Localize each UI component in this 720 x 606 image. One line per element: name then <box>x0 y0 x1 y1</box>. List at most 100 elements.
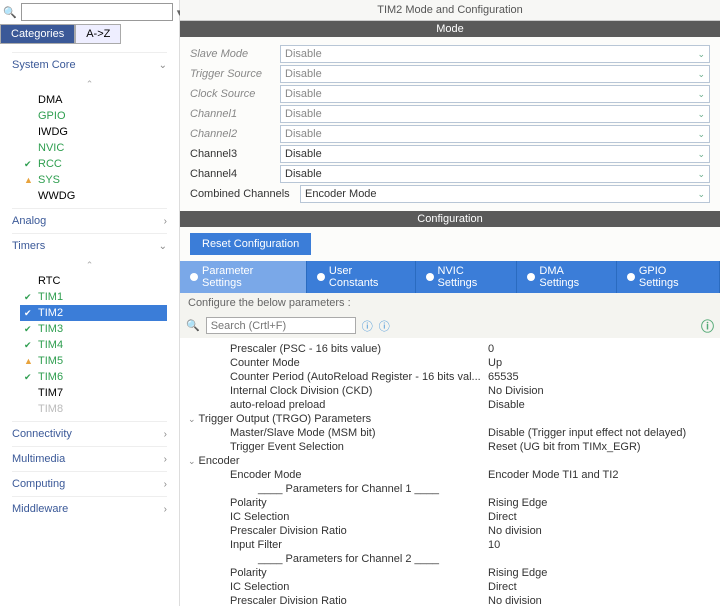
item-iwdg[interactable]: IWDG <box>20 124 167 140</box>
collapse-up-icon[interactable]: ⌃ <box>12 77 167 92</box>
cat-multimedia[interactable]: Multimedia› <box>12 446 167 471</box>
param-key: Internal Clock Division (CKD) <box>188 385 488 397</box>
param-key: auto-reload preload <box>188 399 488 411</box>
collapse-up-icon[interactable]: ⌃ <box>12 258 167 273</box>
cat-analog[interactable]: Analog› <box>12 208 167 233</box>
param-val[interactable]: Reset (UG bit from TIMx_EGR) <box>488 441 641 453</box>
param-key: Prescaler Division Ratio <box>188 525 488 537</box>
item-tim2[interactable]: ✔TIM2 <box>20 305 167 321</box>
sidebar: 🔍 ▾ ⚙ Categories A->Z System Core⌄ ⌃ DMA… <box>0 0 180 606</box>
mode-header: Mode <box>180 21 720 37</box>
help-icon[interactable]: ⓘ <box>379 318 390 334</box>
reset-button[interactable]: Reset Configuration <box>190 233 311 255</box>
item-gpio[interactable]: GPIO <box>20 108 167 124</box>
dot-icon <box>317 273 325 281</box>
param-val[interactable]: Disable (Trigger input effect not delaye… <box>488 427 686 439</box>
item-rcc[interactable]: ✔RCC <box>20 156 167 172</box>
select-combined[interactable]: Encoder Mode⌄ <box>300 185 710 203</box>
check-icon: ✔ <box>24 372 34 383</box>
item-rtc[interactable]: RTC <box>20 273 167 289</box>
item-tim7[interactable]: TIM7 <box>20 385 167 401</box>
item-sys[interactable]: ▲SYS <box>20 172 167 188</box>
label-channel2: Channel2 <box>190 128 280 140</box>
tab-az[interactable]: A->Z <box>75 24 121 44</box>
param-key: Trigger Event Selection <box>188 441 488 453</box>
check-icon: ✔ <box>24 324 34 335</box>
param-val[interactable]: No division <box>488 595 542 606</box>
chevron-down-icon: ⌄ <box>697 89 705 100</box>
select-slave-mode[interactable]: Disable⌄ <box>280 45 710 63</box>
dot-icon <box>190 273 198 281</box>
check-icon: ✔ <box>24 292 34 303</box>
item-tim8: TIM8 <box>20 401 167 417</box>
param-key: Polarity <box>188 567 488 579</box>
subtab-gpio[interactable]: GPIO Settings <box>617 261 720 293</box>
info-bullet-icon[interactable]: ⓘ <box>701 316 714 335</box>
param-key: Polarity <box>188 497 488 509</box>
cat-computing[interactable]: Computing› <box>12 471 167 496</box>
chevron-right-icon: › <box>164 216 167 227</box>
item-dma[interactable]: DMA <box>20 92 167 108</box>
param-key: Prescaler Division Ratio <box>188 595 488 606</box>
subtab-nvic[interactable]: NVIC Settings <box>416 261 518 293</box>
param-key: IC Selection <box>188 581 488 593</box>
dot-icon <box>627 273 635 281</box>
param-val[interactable]: 10 <box>488 539 500 551</box>
subtab-dma[interactable]: DMA Settings <box>517 261 616 293</box>
configuration-header: Configuration <box>180 211 720 227</box>
select-channel4[interactable]: Disable⌄ <box>280 165 710 183</box>
chevron-down-icon: ⌄ <box>697 49 705 60</box>
select-channel3[interactable]: Disable⌄ <box>280 145 710 163</box>
select-trigger-source[interactable]: Disable⌄ <box>280 65 710 83</box>
item-nvic[interactable]: NVIC <box>20 140 167 156</box>
label-clock-source: Clock Source <box>190 88 280 100</box>
param-group-trgo[interactable]: ⌄Trigger Output (TRGO) Parameters <box>188 412 712 426</box>
subtab-parameter[interactable]: Parameter Settings <box>180 261 307 293</box>
item-tim4[interactable]: ✔TIM4 <box>20 337 167 353</box>
config-description: Configure the below parameters : <box>180 293 720 313</box>
select-channel1[interactable]: Disable⌄ <box>280 105 710 123</box>
label-combined: Combined Channels <box>190 188 300 200</box>
param-val[interactable]: Direct <box>488 511 517 523</box>
select-clock-source[interactable]: Disable⌄ <box>280 85 710 103</box>
param-val[interactable]: Disable <box>488 399 525 411</box>
item-tim6[interactable]: ✔TIM6 <box>20 369 167 385</box>
param-val[interactable]: Rising Edge <box>488 567 547 579</box>
label-channel4: Channel4 <box>190 168 280 180</box>
tab-categories[interactable]: Categories <box>0 24 75 44</box>
param-val[interactable]: Up <box>488 357 502 369</box>
param-key: IC Selection <box>188 511 488 523</box>
subtab-user[interactable]: User Constants <box>307 261 416 293</box>
label-channel3: Channel3 <box>190 148 280 160</box>
param-search-input[interactable] <box>206 317 356 334</box>
chevron-down-icon: ⌄ <box>697 149 705 160</box>
chevron-down-icon: ⌄ <box>697 69 705 80</box>
param-val[interactable]: No division <box>488 525 542 537</box>
cat-connectivity[interactable]: Connectivity› <box>12 421 167 446</box>
item-tim1[interactable]: ✔TIM1 <box>20 289 167 305</box>
param-key: Master/Slave Mode (MSM bit) <box>188 427 488 439</box>
dot-icon <box>527 273 535 281</box>
param-val[interactable]: No Division <box>488 385 544 397</box>
param-val[interactable]: Rising Edge <box>488 497 547 509</box>
param-val[interactable]: 65535 <box>488 371 519 383</box>
param-key: Counter Mode <box>188 357 488 369</box>
param-val[interactable]: Direct <box>488 581 517 593</box>
param-val[interactable]: Encoder Mode TI1 and TI2 <box>488 469 618 481</box>
chevron-down-icon: ⌄ <box>697 189 705 200</box>
param-val[interactable]: 0 <box>488 343 494 355</box>
select-channel2[interactable]: Disable⌄ <box>280 125 710 143</box>
item-wwdg[interactable]: WWDG <box>20 188 167 204</box>
info-icon[interactable]: ⓘ <box>362 318 373 334</box>
cat-system-core[interactable]: System Core⌄ <box>12 52 167 77</box>
item-tim5[interactable]: ▲TIM5 <box>20 353 167 369</box>
page-title: TIM2 Mode and Configuration <box>180 0 720 21</box>
cat-middleware[interactable]: Middleware› <box>12 496 167 521</box>
item-tim3[interactable]: ✔TIM3 <box>20 321 167 337</box>
search-icon: 🔍 <box>3 6 17 19</box>
search-input[interactable] <box>21 3 173 21</box>
main-panel: TIM2 Mode and Configuration Mode Slave M… <box>180 0 720 606</box>
warn-icon: ▲ <box>24 175 34 185</box>
cat-timers[interactable]: Timers⌄ <box>12 233 167 258</box>
param-group-encoder[interactable]: ⌄Encoder <box>188 454 712 468</box>
